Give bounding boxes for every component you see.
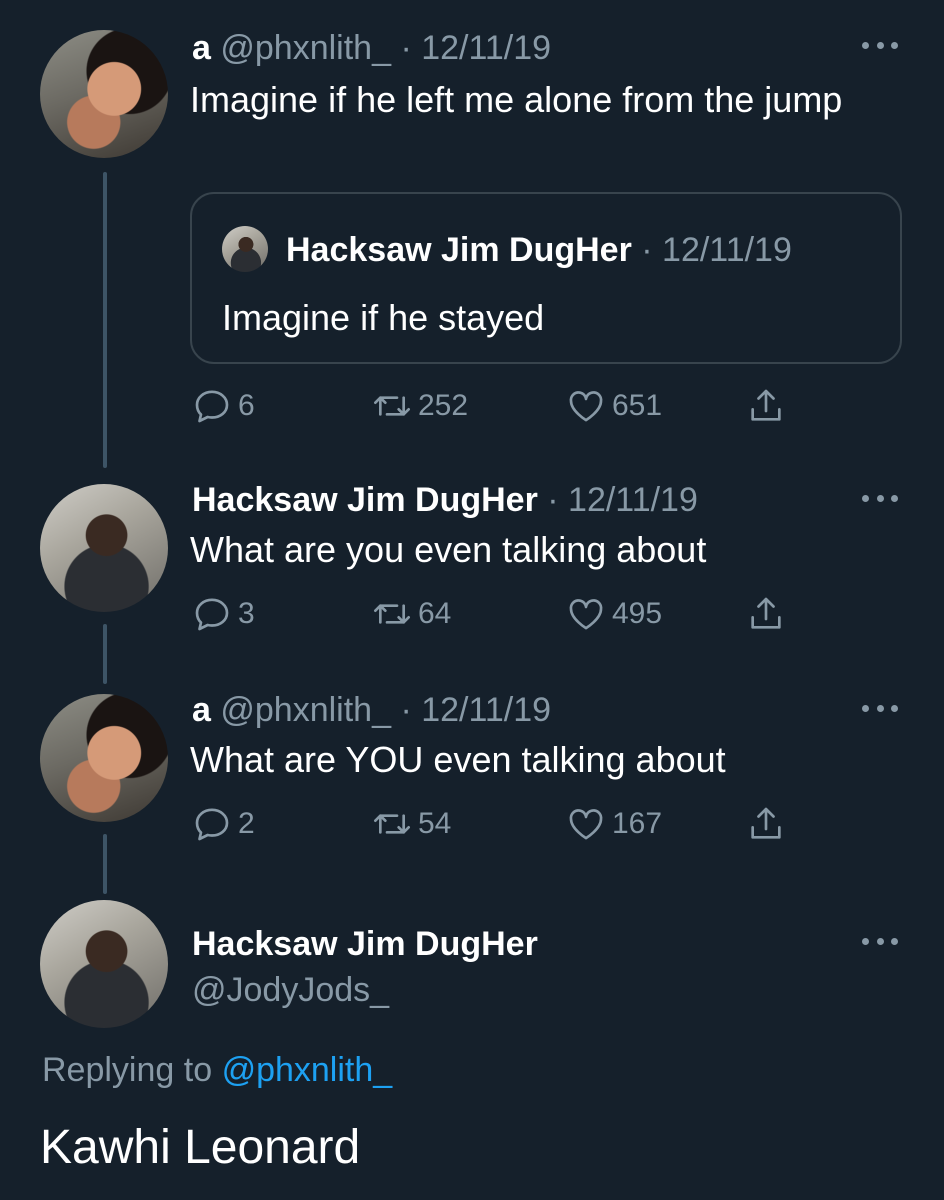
more-icon[interactable]	[862, 42, 898, 52]
reply-count: 3	[238, 597, 255, 630]
quoted-tweet[interactable]: Hacksaw Jim DugHer · 12/11/19 Imagine if…	[190, 192, 902, 364]
separator: ·	[400, 29, 412, 67]
thread-line	[103, 624, 107, 684]
share-icon	[751, 597, 781, 629]
thread-line	[103, 172, 107, 468]
tweet-date[interactable]: 12/11/19	[568, 481, 698, 519]
reply-count: 6	[238, 389, 255, 422]
reply-button[interactable]: 6	[192, 386, 255, 426]
replying-to-label: Replying to	[42, 1051, 213, 1089]
retweet-button[interactable]: 54	[372, 804, 451, 844]
avatar[interactable]	[40, 484, 168, 612]
handle[interactable]: @phxnlith_	[220, 29, 391, 67]
display-name[interactable]: Hacksaw Jim DugHer	[192, 481, 538, 519]
like-count: 495	[612, 597, 663, 630]
retweet-icon	[374, 814, 410, 834]
display-name[interactable]: a	[192, 29, 211, 67]
more-icon[interactable]	[862, 495, 898, 505]
avatar[interactable]	[40, 900, 168, 1028]
like-count: 651	[612, 389, 663, 422]
separator: ·	[400, 691, 412, 729]
tweet-date[interactable]: 12/11/19	[421, 29, 551, 67]
retweet-count: 54	[418, 807, 452, 840]
separator: ·	[547, 481, 559, 519]
reply-icon	[195, 808, 229, 841]
retweet-count: 64	[418, 597, 452, 630]
tweet-date[interactable]: 12/11/19	[421, 691, 551, 729]
like-icon	[569, 599, 603, 630]
more-icon[interactable]	[862, 938, 898, 948]
retweet-icon	[374, 396, 410, 416]
thread-line	[103, 834, 107, 894]
retweet-icon	[374, 604, 410, 624]
like-button[interactable]: 651	[566, 386, 662, 426]
handle[interactable]: @JodyJods_	[192, 970, 389, 1010]
like-icon	[569, 809, 603, 840]
reply-icon	[195, 598, 229, 631]
like-count: 167	[612, 807, 663, 840]
separator: ·	[641, 231, 653, 269]
tweet-text: What are YOU even talking about	[190, 739, 726, 780]
reply-button[interactable]: 3	[192, 594, 255, 634]
handle[interactable]: @phxnlith_	[220, 691, 391, 729]
display-name[interactable]: Hacksaw Jim DugHer	[192, 924, 538, 964]
tweet-header: a @phxnlith_ · 12/11/19	[192, 690, 551, 730]
quoted-display-name: Hacksaw Jim DugHer	[286, 231, 632, 269]
avatar[interactable]	[40, 694, 168, 822]
share-button[interactable]	[746, 386, 786, 426]
retweet-count: 252	[418, 389, 469, 422]
share-icon	[751, 389, 781, 421]
quoted-header: Hacksaw Jim DugHer · 12/11/19	[286, 230, 792, 270]
tweet-header: Hacksaw Jim DugHer · 12/11/19	[192, 480, 698, 520]
reply-button[interactable]: 2	[192, 804, 255, 844]
tweet-text: Kawhi Leonard	[40, 1121, 361, 1174]
retweet-button[interactable]: 252	[372, 386, 468, 426]
reply-count: 2	[238, 807, 255, 840]
reply-icon	[195, 390, 229, 423]
more-icon[interactable]	[862, 705, 898, 715]
replying-to-handle[interactable]: @phxnlith_	[222, 1051, 393, 1089]
like-button[interactable]: 167	[566, 804, 662, 844]
quoted-date: 12/11/19	[662, 231, 792, 269]
avatar[interactable]	[40, 30, 168, 158]
quoted-text: Imagine if he stayed	[222, 297, 545, 338]
share-button[interactable]	[746, 804, 786, 844]
tweet-text: What are you even talking about	[190, 529, 707, 570]
replying-to: Replying to @phxnlith_	[42, 1050, 392, 1090]
display-name[interactable]: a	[192, 691, 211, 729]
quoted-avatar	[222, 226, 268, 272]
share-button[interactable]	[746, 594, 786, 634]
retweet-button[interactable]: 64	[372, 594, 451, 634]
tweet-header: a @phxnlith_ · 12/11/19	[192, 28, 551, 68]
like-button[interactable]: 495	[566, 594, 662, 634]
like-icon	[569, 391, 603, 422]
share-icon	[751, 807, 781, 839]
tweet-text: Imagine if he left me alone from the jum…	[190, 79, 843, 120]
